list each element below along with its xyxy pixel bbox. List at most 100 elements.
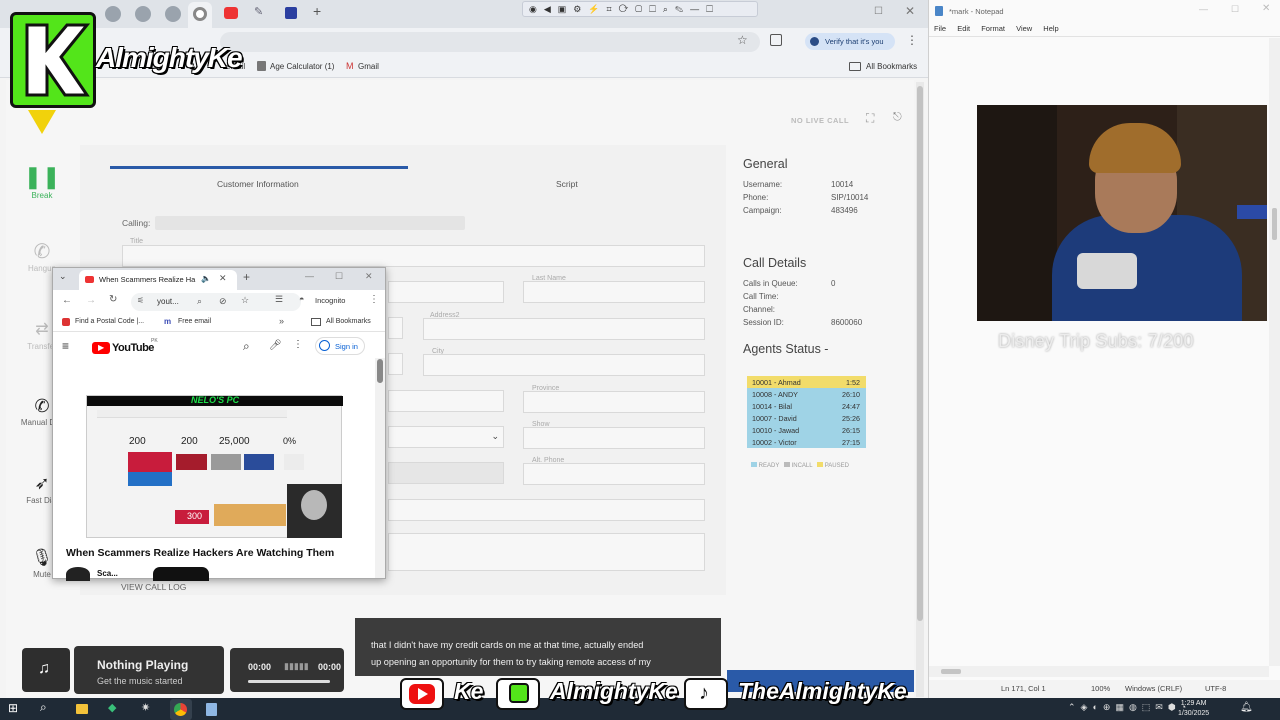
subscribe-button[interactable] [153, 567, 209, 581]
fullscreen-icon[interactable]: ⛶ [866, 111, 874, 126]
close-icon[interactable]: ✕ [1262, 3, 1270, 14]
logout-icon[interactable]: ⎋ [893, 111, 902, 124]
file-explorer-icon[interactable] [76, 704, 88, 714]
clock[interactable]: 1:29 AM 1/30/2025 [1178, 699, 1209, 719]
menu-help[interactable]: Help [1043, 24, 1058, 33]
maximize-icon[interactable]: ☐ [874, 6, 883, 17]
maximize-icon[interactable]: ☐ [1231, 4, 1239, 15]
close-icon[interactable]: ✕ [905, 4, 915, 18]
more-bookmarks-icon[interactable]: » [279, 316, 284, 326]
close-window-icon[interactable]: ✕ [365, 271, 373, 282]
notepad-scrollbar[interactable] [1269, 38, 1280, 666]
tab-search-icon[interactable]: ⌄ [59, 271, 67, 282]
show-field[interactable] [523, 427, 705, 449]
youtube-tab-icon[interactable] [224, 7, 238, 19]
last-name-field[interactable] [523, 281, 705, 303]
notepad-hscrollbar[interactable] [929, 666, 1269, 677]
address-bar[interactable] [220, 32, 760, 52]
maximize-icon[interactable]: ☐ [335, 271, 343, 282]
app-tab-icon[interactable] [285, 7, 297, 19]
reading-list-icon[interactable]: ☰ [275, 294, 283, 305]
channel-name[interactable]: Sca... [97, 569, 118, 578]
page-scrollbar[interactable] [916, 82, 924, 697]
mini-active-tab[interactable]: When Scammers Realize Ha 🔈 ✕ [79, 270, 237, 290]
more-vert-icon[interactable]: ⋮ [293, 339, 303, 350]
menu-edit[interactable]: Edit [957, 24, 970, 33]
video-title[interactable]: When Scammers Realize Hackers Are Watchi… [66, 547, 334, 559]
eye-off-icon[interactable]: ⊘ [219, 296, 227, 307]
new-tab-icon[interactable]: + [313, 3, 321, 19]
app-icon[interactable]: ◆ [108, 701, 122, 715]
tab-favicon[interactable] [105, 6, 121, 22]
verify-identity-button[interactable]: Verify that it's you [805, 33, 895, 50]
new-tab-icon[interactable]: + [243, 270, 250, 284]
zoom-icon[interactable]: ⌕ [197, 296, 202, 307]
close-tab-icon[interactable]: ✕ [219, 273, 227, 284]
bookmark-age-calculator[interactable]: Age Calculator (1) [270, 62, 334, 71]
windows-start-icon[interactable]: ⊞ [8, 701, 22, 715]
menu-file[interactable]: File [934, 24, 946, 33]
menu-kebab-icon[interactable]: ⋮ [906, 33, 918, 47]
video-thumbnail[interactable]: NELO'S PC 200 200 25,000 0% 300 [86, 395, 343, 538]
bookmark-free-email[interactable]: Free email [178, 318, 211, 325]
province-field[interactable] [523, 391, 705, 413]
minimize-icon[interactable]: — [1199, 4, 1208, 14]
all-bookmarks[interactable]: All Bookmarks [866, 62, 917, 71]
menu-format[interactable]: Format [981, 24, 1005, 33]
address2-field[interactable] [423, 318, 705, 340]
search-icon[interactable]: ⌕ [40, 700, 54, 714]
view-call-log-link[interactable]: VIEW CALL LOG [121, 582, 186, 592]
notification-bell-icon[interactable]: 🔔︎ [1240, 702, 1253, 713]
state-field[interactable] [388, 353, 403, 375]
forward-icon[interactable]: → [86, 295, 96, 306]
postal-field[interactable] [388, 390, 504, 412]
mini-all-bookmarks[interactable]: All Bookmarks [326, 318, 371, 325]
youtube-wordmark[interactable]: YouTube [112, 342, 154, 354]
comments-field[interactable] [388, 533, 705, 571]
tab-favicon[interactable] [135, 6, 151, 22]
sign-in-label: Sign in [335, 342, 358, 351]
alt-phone-field[interactable] [523, 463, 705, 485]
system-tray-icons[interactable]: ⌃◈◐⊕▦◍⬚✉⬢◔ [1068, 702, 1191, 713]
city-field[interactable] [423, 354, 705, 376]
tab-script[interactable]: Script [556, 179, 578, 189]
sign-in-button[interactable]: Sign in [315, 337, 365, 355]
pen-tab-icon[interactable]: ✎ [254, 5, 263, 18]
tab-favicon[interactable] [165, 6, 181, 22]
tools-icon[interactable]: ✷ [141, 701, 155, 715]
bookmark-postal-code[interactable]: Find a Postal Code |... [75, 318, 144, 325]
agent-name: 10014 - Bilal [752, 402, 792, 411]
bookmark-star-icon[interactable]: ☆ [737, 33, 748, 47]
email-field[interactable] [388, 499, 705, 521]
reload-icon[interactable]: ↻ [109, 294, 117, 305]
hamburger-menu-icon[interactable]: ≡ [62, 339, 69, 353]
bookmark-gmail[interactable]: Gmail [358, 62, 379, 71]
break-button[interactable]: ❚❚ Break [16, 166, 68, 201]
back-icon[interactable]: ← [62, 295, 72, 306]
thumb-value-3: 25,000 [219, 436, 250, 447]
active-tab[interactable] [188, 2, 212, 28]
mini-url: yout... [157, 297, 179, 306]
star-icon[interactable]: ☆ [241, 295, 249, 306]
phone-field[interactable] [388, 462, 504, 484]
address1-field[interactable] [388, 317, 403, 339]
menu-kebab-icon[interactable]: ⋮ [369, 294, 379, 305]
microphone-icon[interactable]: 🎤︎ [269, 340, 282, 351]
agent-row: 10001 - Ahmad 1:52 [747, 376, 866, 388]
toolbar-icons[interactable]: ◉◀▣⚙⚡⌗⟳▢☐⌕✎—☐ [529, 4, 720, 15]
title-field[interactable] [122, 245, 705, 267]
extensions-icon[interactable] [770, 34, 782, 46]
chrome-taskbar-button[interactable] [170, 699, 192, 720]
menu-view[interactable]: View [1016, 24, 1032, 33]
notepad-taskbar-icon[interactable] [206, 703, 217, 716]
mini-scrollbar[interactable] [375, 358, 385, 578]
search-icon[interactable]: ⌕ [243, 339, 250, 354]
country-select[interactable]: ⌄ [388, 426, 504, 448]
tab-customer-information[interactable]: Customer Information [217, 179, 299, 189]
incognito-label[interactable]: Incognito [315, 296, 345, 305]
channel-avatar[interactable] [66, 567, 90, 581]
first-name-field[interactable] [388, 281, 504, 303]
speaker-icon[interactable]: 🔈 [201, 274, 211, 283]
youtube-logo-icon[interactable]: ▶ [92, 342, 110, 354]
minimize-icon[interactable]: — [305, 271, 314, 281]
